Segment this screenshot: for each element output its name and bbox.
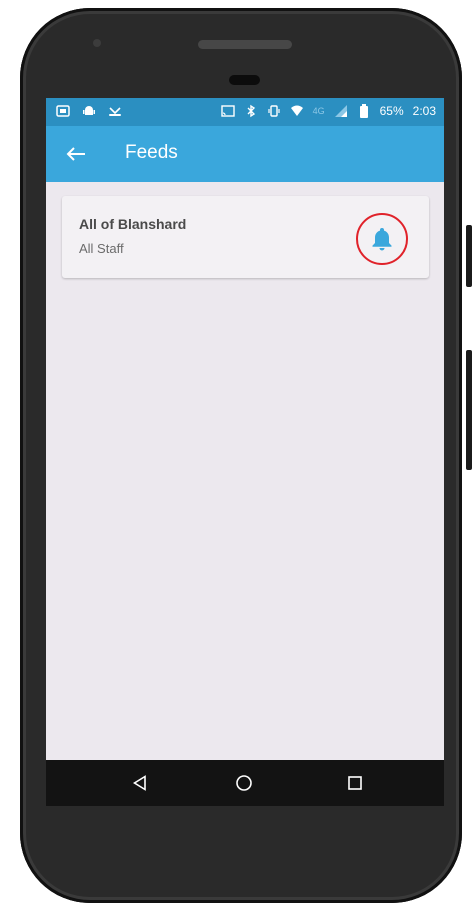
android-icon (82, 104, 96, 118)
status-system: 4G 65% 2:03 (220, 104, 436, 118)
network-type-label: 4G (312, 106, 325, 116)
app-bar: Feeds (46, 126, 444, 182)
battery-icon (357, 104, 371, 118)
nav-home-button[interactable] (228, 767, 260, 799)
feed-title: All of Blanshard (79, 216, 187, 232)
vibrate-icon (267, 104, 281, 118)
volume-button (466, 225, 472, 287)
signal-icon (334, 104, 348, 118)
wifi-icon (290, 104, 304, 118)
cast-icon (220, 104, 235, 118)
clock: 2:03 (412, 104, 436, 118)
missed-call-icon (108, 104, 122, 118)
nav-recents-button[interactable] (339, 767, 371, 799)
earpiece-speaker (198, 40, 292, 49)
triangle-back-icon (132, 775, 146, 791)
back-button[interactable] (60, 138, 92, 170)
system-nav-bar (46, 760, 444, 806)
circle-home-icon (236, 775, 252, 791)
phone-screen: 4G 65% 2:03 Feeds All of Blanshard All S… (46, 98, 444, 806)
feed-card[interactable]: All of Blanshard All Staff (62, 196, 429, 278)
arrow-left-icon (66, 147, 85, 161)
proximity-sensor (229, 75, 260, 85)
front-camera (93, 39, 101, 47)
battery-percent: 65% (379, 104, 404, 118)
bluetooth-icon (244, 104, 258, 118)
highlight-ring (356, 213, 408, 265)
page-title: Feeds (125, 142, 178, 163)
feed-subtitle: All Staff (79, 241, 124, 256)
square-recents-icon (348, 776, 362, 790)
power-button (466, 350, 472, 470)
nav-back-button[interactable] (124, 767, 156, 799)
app-notification-icon (56, 104, 70, 118)
notifications-toggle-button[interactable] (356, 213, 408, 265)
status-notifications (56, 104, 122, 118)
status-bar: 4G 65% 2:03 (46, 98, 444, 126)
